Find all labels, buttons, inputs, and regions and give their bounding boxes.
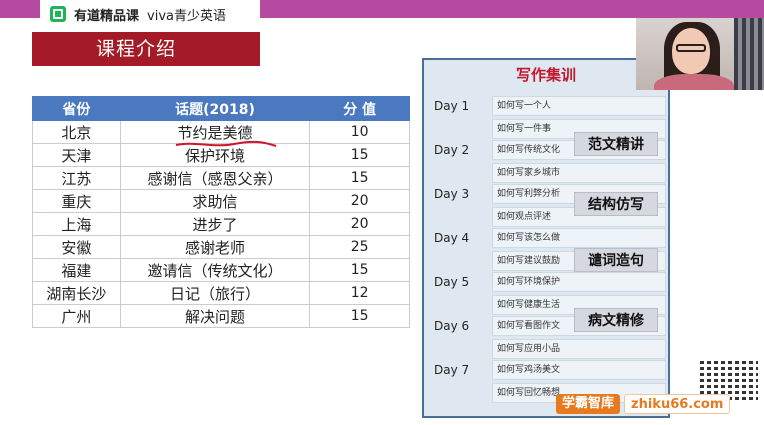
tag-revision: 病文精修: [574, 308, 658, 332]
cell-province: 福建: [32, 258, 121, 282]
tag-model-essay: 范文精讲: [574, 132, 658, 156]
day-item: 如何写一个人: [492, 96, 666, 116]
cell-province: 重庆: [32, 189, 121, 213]
logo-text: 有道精品课: [74, 8, 140, 24]
annotated-topic: 节约是美德: [175, 122, 276, 147]
writing-panel-title: 写作集训: [515, 66, 576, 84]
cell-province: 广州: [32, 304, 121, 328]
webcam-person-body: [654, 74, 734, 90]
table-header-row: 省份 话题(2018) 分 值: [32, 96, 410, 121]
header-topic: 话题(2018): [119, 96, 311, 121]
cell-province: 天津: [32, 143, 121, 167]
table-row: 北京 节约是美德 10: [32, 120, 410, 147]
cell-topic: 求助信: [119, 189, 311, 213]
day-item: 如何写该怎么做: [492, 228, 666, 248]
webcam-background: [734, 18, 764, 90]
cell-topic: 进步了: [119, 212, 311, 236]
cell-province: 安徽: [32, 235, 121, 259]
table-row: 福建 邀请信（传统文化） 15: [32, 258, 410, 282]
cell-score: 20: [309, 212, 410, 236]
brand-text: viva青少英语: [147, 8, 226, 24]
header-province: 省份: [32, 96, 121, 121]
day-label: Day 4: [434, 231, 470, 245]
day-label: Day 5: [434, 275, 470, 289]
tag-structure: 结构仿写: [574, 192, 658, 216]
cell-topic: 解决问题: [119, 304, 311, 328]
day-item: 如何写环境保护: [492, 272, 666, 292]
cell-score: 25: [309, 235, 410, 259]
table-row: 重庆 求助信 20: [32, 189, 410, 213]
day-item: 如何写鸡汤美文: [492, 360, 666, 380]
day-item: 如何写家乡城市: [492, 163, 666, 183]
cell-province: 湖南长沙: [32, 281, 121, 305]
cell-score: 15: [309, 304, 410, 328]
day-label: Day 6: [434, 319, 470, 333]
cell-score: 15: [309, 258, 410, 282]
topics-table: 省份 话题(2018) 分 值 北京 节约是美德 10 天津 保护环境 15 江…: [32, 96, 410, 328]
table-row: 安徽 感谢老师 25: [32, 235, 410, 259]
table-row: 江苏 感谢信（感恩父亲） 15: [32, 166, 410, 190]
day-label: Day 1: [434, 99, 470, 113]
watermark-cn: 学霸智库: [556, 394, 621, 414]
day-label: Day 7: [434, 363, 470, 377]
cell-province: 上海: [32, 212, 121, 236]
cell-score: 15: [309, 166, 410, 190]
cell-score: 12: [309, 281, 410, 305]
logo-bar: 有道精品课 viva青少英语: [40, 0, 260, 28]
day-item: 如何写应用小品: [492, 339, 666, 359]
cell-topic: 感谢信（感恩父亲）: [119, 166, 311, 190]
watermark-url: zhiku66.com: [624, 394, 731, 414]
glasses-icon: [676, 44, 706, 52]
writing-training-panel: 写作集训 Day 1 如何写一个人 如何写一件事 Day 2 如何写传统文化 如…: [422, 58, 670, 418]
table-row: 湖南长沙 日记（旅行） 12: [32, 281, 410, 305]
cell-topic: 邀请信（传统文化）: [119, 258, 311, 282]
day-label: Day 3: [434, 187, 470, 201]
day-label: Day 2: [434, 143, 470, 157]
red-underline-annotation: [175, 140, 276, 147]
table-row: 广州 解决问题 15: [32, 304, 410, 328]
cell-topic: 节约是美德: [119, 120, 311, 147]
cell-province: 江苏: [32, 166, 121, 190]
cell-topic: 日记（旅行）: [119, 281, 311, 305]
header-score: 分 值: [309, 96, 410, 121]
cell-score: 15: [309, 143, 410, 167]
cell-score: 20: [309, 189, 410, 213]
tag-wording: 谴词造句: [574, 248, 658, 272]
cell-score: 10: [309, 120, 410, 144]
webcam-video: [636, 18, 764, 90]
watermark: 学霸智库 zhiku66.com: [556, 392, 756, 416]
cell-topic: 感谢老师: [119, 235, 311, 259]
section-title: 课程介绍: [32, 32, 260, 66]
cell-province: 北京: [32, 120, 121, 144]
logo-icon: [50, 6, 66, 22]
table-row: 上海 进步了 20: [32, 212, 410, 236]
